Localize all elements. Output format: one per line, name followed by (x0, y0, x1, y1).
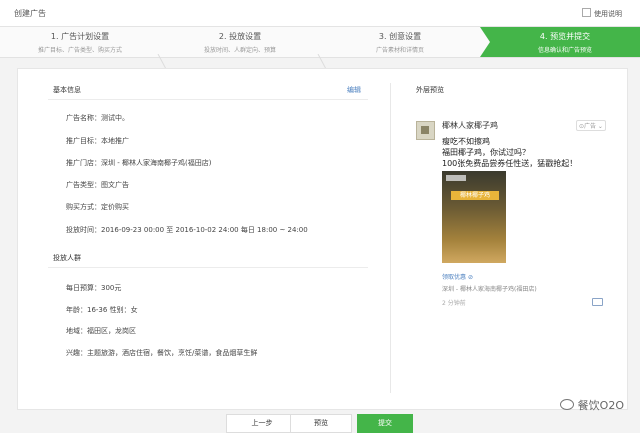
ad-copy: 瘦吃不如擦鸡 福田椰子鸡，你试过吗？ 100张免费品尝券任性送，猛戳抢起！ (442, 137, 578, 168)
divider (48, 99, 368, 100)
submit-button[interactable]: 提交 (357, 414, 413, 433)
window-header: 创建广告 使用说明 (0, 0, 640, 27)
step-subtitle: 投放时间、人群定向、预算 (203, 47, 276, 54)
step-title: 2. 投放设置 (218, 32, 262, 41)
step-subtitle: 推广目标、广告类型、购买方式 (37, 47, 122, 54)
watermark-text: 餐饮O2O (577, 399, 624, 412)
step-plan-settings[interactable]: 1. 广告计划设置 推广目标、广告类型、购买方式 (0, 27, 160, 57)
info-ad-type: 广告类型：图文广告 (66, 181, 129, 189)
step-delivery-settings[interactable]: 2. 投放设置 投放时间、人群定向、预算 (160, 27, 320, 57)
edit-link[interactable]: 编辑 (347, 85, 361, 95)
audience-interests: 兴趣：主题旅游，酒店住宿，餐饮，烹饪/菜谱，食品烟草生鲜 (66, 349, 258, 357)
info-ad-name: 广告名称：测试中。 (66, 114, 129, 122)
audience-region: 地域：福田区，龙岗区 (66, 327, 136, 335)
step-title: 3. 创意设置 (378, 32, 422, 41)
coupon-link[interactable]: 领取优惠 ⊘ (442, 272, 473, 281)
store-location: 深圳 - 椰林人家海南椰子鸡(福田店) (442, 286, 537, 293)
wechat-icon (559, 399, 574, 410)
audience-budget: 每日预算：300元 (66, 284, 122, 292)
audience-age-gender: 年龄：16-36 性别：女 (66, 306, 138, 314)
step-title: 4. 预览并提交 (539, 32, 591, 41)
basic-info-title: 基本信息 (53, 86, 81, 94)
link-icon: ⊘ (467, 274, 473, 281)
ad-preview-card: 椰林人家椰子鸡 ⊙广告 ⌄ 瘦吃不如擦鸡 福田椰子鸡，你试过吗？ 100张免费品… (416, 113, 606, 363)
column-divider (390, 83, 391, 393)
preview-button[interactable]: 预览 (290, 414, 352, 433)
preview-title: 外层预览 (416, 86, 444, 94)
info-schedule: 投放时间：2016-09-23 00:00 至 2016-10-02 24:00… (66, 226, 308, 234)
prev-step-button[interactable]: 上一步 (226, 414, 298, 433)
info-purchase-mode: 购买方式：定价购买 (66, 203, 129, 211)
help-link[interactable]: 使用说明 (582, 8, 622, 19)
confirm-panel: 基本信息 编辑 广告名称：测试中。 推广目标：本地推广 推广门店：深圳 - 椰林… (17, 68, 628, 410)
step-progress: 1. 广告计划设置 推广目标、广告类型、购买方式 2. 投放设置 投放时间、人群… (0, 27, 640, 84)
step-subtitle: 信息确认和广告预览 (537, 47, 592, 54)
page-title: 创建广告 (14, 9, 46, 18)
watermark: 餐饮O2O (559, 397, 624, 413)
step-title: 1. 广告计划设置 (50, 32, 110, 41)
step-subtitle: 广告素材和详情页 (375, 47, 424, 54)
divider (48, 267, 368, 268)
coupon-label: 领取优惠 (442, 274, 467, 281)
help-icon (582, 8, 591, 17)
step-preview-submit[interactable]: 4. 预览并提交 信息确认和广告预览 (480, 27, 640, 57)
account-name: 椰林人家椰子鸡 (442, 121, 498, 130)
account-avatar (416, 121, 435, 140)
post-time: 2 分钟前 (442, 300, 466, 307)
ad-tag[interactable]: ⊙广告 ⌄ (576, 120, 606, 131)
step-creative-settings[interactable]: 3. 创意设置 广告素材和详情页 (320, 27, 480, 57)
audience-title: 投放人群 (53, 254, 81, 262)
info-goal: 推广目标：本地推广 (66, 137, 129, 145)
ad-image[interactable]: 椰林椰子鸡 (442, 171, 506, 263)
info-store: 推广门店：深圳 - 椰林人家海南椰子鸡(福田店) (66, 159, 212, 167)
image-banner: 椰林椰子鸡 (451, 191, 499, 200)
image-logo (446, 175, 466, 181)
help-label: 使用说明 (594, 10, 622, 18)
comment-icon[interactable] (592, 298, 603, 306)
